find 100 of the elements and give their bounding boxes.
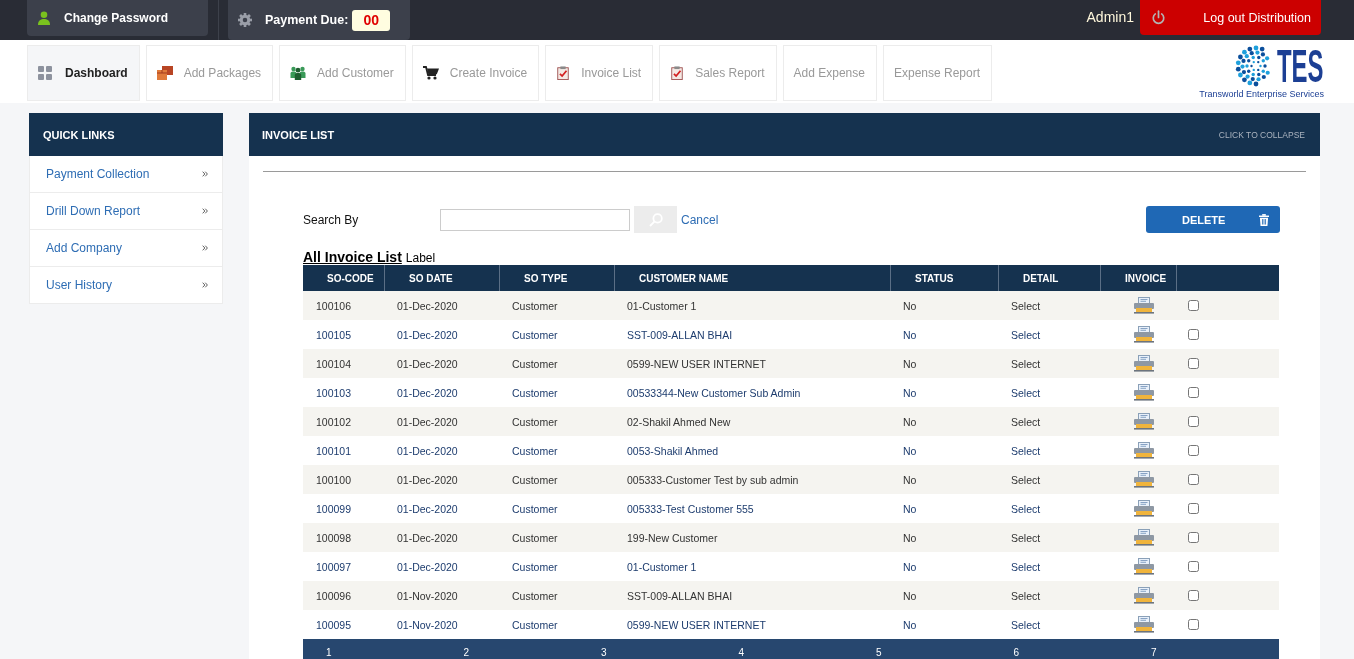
quick-link[interactable]: Drill Down Report — [29, 193, 223, 230]
table-cell: 01-Dec-2020 — [397, 473, 458, 486]
page-link[interactable]: 5 — [876, 647, 882, 658]
table-cell: Customer — [512, 531, 558, 544]
column-header: STATUS — [915, 272, 954, 284]
row-checkbox[interactable] — [1188, 590, 1199, 601]
page-link[interactable]: 3 — [601, 647, 607, 658]
row-checkbox[interactable] — [1188, 445, 1199, 456]
double-chevron-icon — [202, 282, 208, 288]
detail-link[interactable]: Select — [1011, 560, 1041, 573]
detail-link[interactable]: Select — [1011, 299, 1041, 312]
column-header: SO DATE — [409, 272, 453, 284]
printer-icon[interactable] — [1133, 500, 1155, 517]
table-cell: SST-009-ALLAN BHAI — [627, 589, 733, 602]
change-password-button[interactable]: Change Password — [27, 0, 208, 36]
table-cell: 01-Dec-2020 — [397, 415, 458, 428]
page-link[interactable]: 1 — [326, 647, 332, 658]
detail-link[interactable]: Select — [1011, 444, 1041, 457]
row-checkbox[interactable] — [1188, 329, 1199, 340]
detail-link[interactable]: Select — [1011, 589, 1041, 602]
detail-link[interactable]: Select — [1011, 415, 1041, 428]
payment-due-label: Payment Due: — [265, 13, 349, 27]
detail-link[interactable]: Select — [1011, 386, 1041, 399]
table-cell: 01-Dec-2020 — [397, 357, 458, 370]
double-chevron-icon — [202, 171, 208, 177]
sidebar-title: QUICK LINKS — [43, 128, 115, 141]
search-label: Search By — [303, 212, 360, 227]
column-header: INVOICE — [1125, 272, 1167, 284]
row-checkbox[interactable] — [1188, 474, 1199, 485]
table-cell: 100102 — [316, 415, 352, 428]
boxes-icon — [156, 66, 173, 80]
table-cell: Customer — [512, 560, 558, 573]
row-checkbox[interactable] — [1188, 619, 1199, 630]
printer-icon[interactable] — [1133, 413, 1155, 430]
quick-link[interactable]: Payment Collection — [29, 156, 223, 193]
printer-icon[interactable] — [1133, 616, 1155, 633]
printer-icon[interactable] — [1133, 442, 1155, 459]
table-cell: Customer — [512, 618, 558, 631]
printer-icon[interactable] — [1133, 326, 1155, 343]
detail-link[interactable]: Select — [1011, 531, 1041, 544]
detail-link[interactable]: Select — [1011, 473, 1041, 486]
user-icon — [37, 11, 51, 25]
printer-icon[interactable] — [1133, 471, 1155, 488]
printer-icon[interactable] — [1133, 384, 1155, 401]
table-cell: 005333-Test Customer 555 — [627, 502, 754, 515]
nav-tab[interactable]: Dashboard — [27, 45, 140, 101]
gear-icon — [238, 13, 252, 27]
row-checkbox[interactable] — [1188, 358, 1199, 369]
logo-tagline: Transworld Enterprise Services — [1199, 89, 1324, 100]
table-cell: 02-Shakil Ahmed New — [627, 415, 731, 428]
table-cell: Customer — [512, 589, 558, 602]
double-chevron-icon — [202, 208, 208, 214]
printer-icon[interactable] — [1133, 529, 1155, 546]
table-cell: No — [903, 328, 917, 341]
table-cell: No — [903, 531, 917, 544]
table-cell: Customer — [512, 299, 558, 312]
table-cell: 0599-NEW USER INTERNET — [627, 357, 766, 370]
row-checkbox[interactable] — [1188, 561, 1199, 572]
table-cell: 100101 — [316, 444, 352, 457]
table-cell: 01-Dec-2020 — [397, 531, 458, 544]
delete-button[interactable]: DELETE — [1146, 206, 1280, 233]
detail-link[interactable]: Select — [1011, 357, 1041, 370]
grid-icon — [38, 66, 52, 80]
cancel-link[interactable]: Cancel — [681, 212, 719, 227]
table-cell: 100099 — [316, 502, 352, 515]
table-cell: 01-Dec-2020 — [397, 299, 458, 312]
row-checkbox[interactable] — [1188, 532, 1199, 543]
printer-icon[interactable] — [1133, 297, 1155, 314]
quick-link[interactable]: Add Company — [29, 230, 223, 267]
printer-icon[interactable] — [1133, 558, 1155, 575]
printer-icon[interactable] — [1133, 355, 1155, 372]
table-cell: Customer — [512, 357, 558, 370]
double-chevron-icon — [202, 245, 208, 251]
logout-button[interactable]: Log out Distribution — [1140, 0, 1321, 35]
collapse-link[interactable]: CLICK TO COLLAPSE — [1218, 129, 1305, 140]
row-checkbox[interactable] — [1188, 300, 1199, 311]
table-cell: 005333-Customer Test by sub admin — [627, 473, 799, 486]
row-checkbox[interactable] — [1188, 503, 1199, 514]
quick-link[interactable]: User History — [29, 267, 223, 304]
table-cell: 01-Dec-2020 — [397, 502, 458, 515]
printer-icon[interactable] — [1133, 587, 1155, 604]
detail-link[interactable]: Select — [1011, 328, 1041, 341]
user-name: Admin1 — [1086, 8, 1134, 27]
row-checkbox[interactable] — [1188, 387, 1199, 398]
search-field[interactable] — [440, 208, 630, 231]
clipboard-check-icon — [556, 66, 571, 80]
table-cell: 100097 — [316, 560, 352, 573]
page-link[interactable]: 7 — [1151, 647, 1157, 658]
page-link[interactable]: 4 — [738, 647, 745, 658]
column-header: CUSTOMER NAME — [639, 272, 729, 284]
table-cell: 100103 — [316, 386, 352, 399]
detail-link[interactable]: Select — [1011, 618, 1041, 631]
page-link[interactable]: 6 — [1013, 647, 1020, 658]
table-cell: No — [903, 589, 917, 602]
page-link[interactable]: 2 — [463, 647, 470, 658]
detail-link[interactable]: Select — [1011, 502, 1041, 515]
table-cell: No — [903, 473, 917, 486]
table-cell: 01-Nov-2020 — [397, 589, 458, 602]
payment-due-badge: 00 — [352, 9, 391, 31]
row-checkbox[interactable] — [1188, 416, 1199, 427]
